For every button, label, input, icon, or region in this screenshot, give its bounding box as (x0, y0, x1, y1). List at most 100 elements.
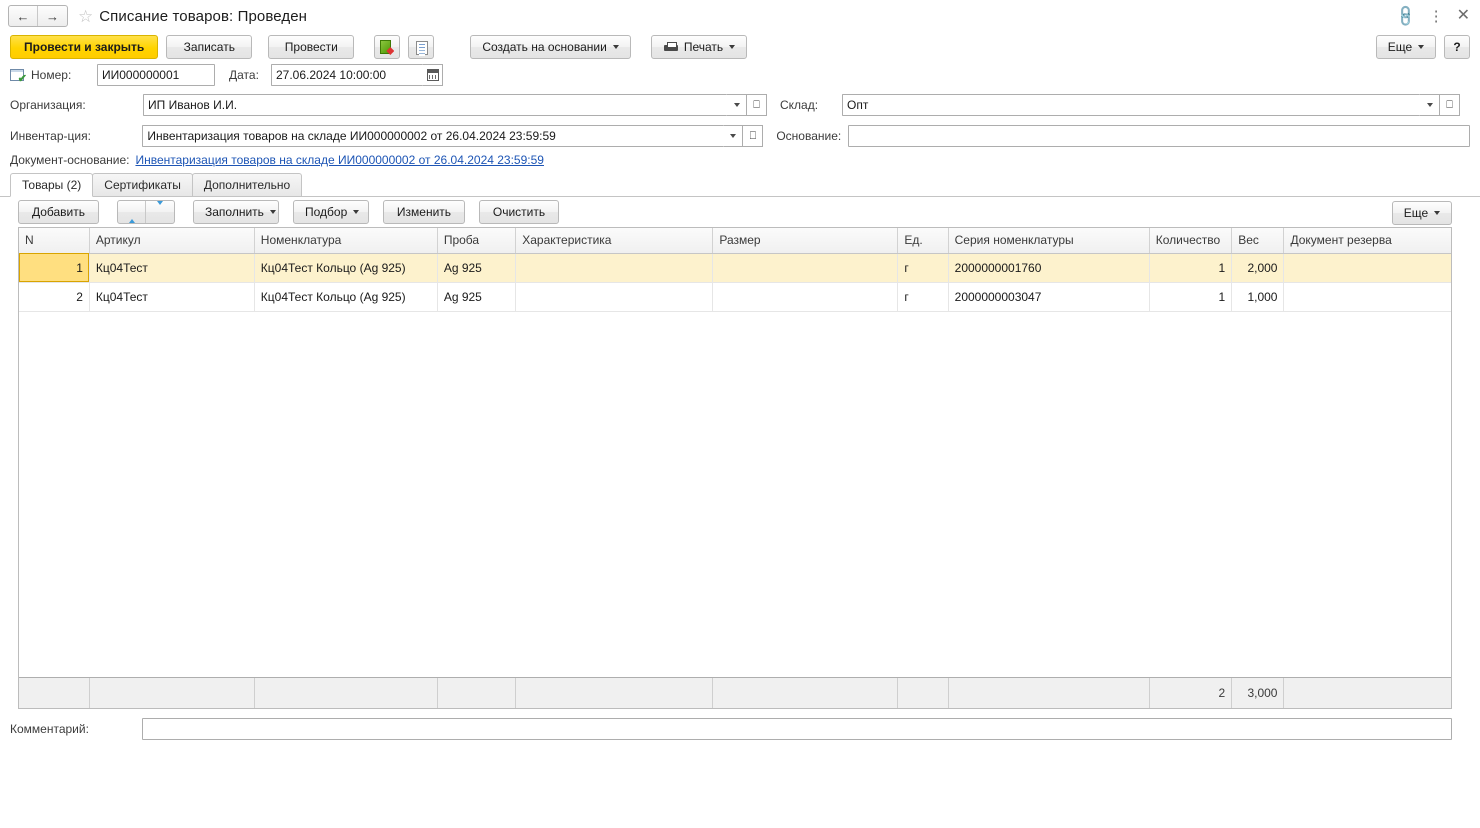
create-based-on-button[interactable]: Создать на основании (470, 35, 631, 59)
tab-additional[interactable]: Дополнительно (191, 173, 303, 196)
chevron-down-icon (729, 45, 736, 49)
back-button[interactable]: ← (9, 6, 38, 26)
cell-assay[interactable]: Ag 925 (437, 282, 517, 312)
cell-article[interactable]: Кц04Тест (89, 253, 255, 283)
column-header-weight[interactable]: Вес (1231, 228, 1285, 254)
cell-quantity[interactable]: 1 (1149, 282, 1233, 312)
inventory-open-button[interactable]: ⎕ (743, 125, 764, 147)
cell-size[interactable] (712, 253, 899, 283)
clear-button[interactable]: Очистить (479, 200, 559, 224)
inventory-dropdown-button[interactable] (723, 125, 744, 147)
cell-reserve-doc[interactable] (1283, 282, 1451, 312)
grid-empty-area[interactable] (19, 311, 1451, 677)
goods-table-header-row: N Артикул Номенклатура Проба Характерист… (19, 228, 1451, 254)
fill-button[interactable]: Заполнить (193, 200, 279, 224)
comment-row: Комментарий: (0, 709, 1480, 740)
column-header-assay[interactable]: Проба (437, 228, 517, 254)
cell-n[interactable]: 1 (19, 253, 90, 283)
print-button[interactable]: Печать (650, 35, 748, 59)
organization-dropdown-button[interactable] (727, 94, 747, 116)
inventory-input[interactable]: Инвентаризация товаров на складе ИИ00000… (142, 125, 724, 147)
column-header-size[interactable]: Размер (712, 228, 899, 254)
cell-unit[interactable]: г (897, 253, 949, 283)
column-header-n[interactable]: N (19, 228, 90, 254)
column-header-nomenclature[interactable]: Номенклатура (254, 228, 438, 254)
help-button[interactable]: ? (1444, 35, 1470, 59)
number-date-row: Номер: ИИ000000001 Дата: 27.06.2024 10:0… (10, 62, 1470, 88)
cell-weight[interactable]: 1,000 (1231, 282, 1285, 312)
move-row-down-button[interactable] (146, 201, 174, 223)
total-series (948, 678, 1150, 708)
cell-assay[interactable]: Ag 925 (437, 253, 517, 283)
cell-series[interactable]: 2000000003047 (948, 282, 1150, 312)
warehouse-input[interactable]: Опт (842, 94, 1420, 116)
column-header-series[interactable]: Серия номенклатуры (948, 228, 1150, 254)
comment-label: Комментарий: (10, 722, 89, 736)
open-link-icon: ⎕ (1446, 98, 1453, 111)
select-button[interactable]: Подбор (293, 200, 369, 224)
column-header-article[interactable]: Артикул (89, 228, 255, 254)
organization-input[interactable]: ИП Иванов И.И. (143, 94, 727, 116)
cell-quantity[interactable]: 1 (1149, 253, 1233, 283)
basis-document-link[interactable]: Инвентаризация товаров на складе ИИ00000… (135, 153, 544, 167)
table-toolbar: Добавить Заполнить Подбор Изменить Очист… (0, 197, 1480, 227)
cell-characteristic[interactable] (515, 253, 714, 283)
total-weight: 3,000 (1231, 678, 1285, 708)
warehouse-label: Склад: (780, 98, 819, 112)
date-picker-button[interactable] (423, 64, 443, 86)
cell-nomenclature[interactable]: Кц04Тест Кольцо (Ag 925) (254, 253, 438, 283)
cell-weight[interactable]: 2,000 (1231, 253, 1285, 283)
tab-goods[interactable]: Товары (2) (10, 173, 94, 197)
favorite-star-icon[interactable]: ☆ (78, 8, 93, 25)
cell-n[interactable]: 2 (19, 282, 90, 312)
column-header-characteristic[interactable]: Характеристика (515, 228, 714, 254)
column-header-unit[interactable]: Ед. (897, 228, 949, 254)
cell-article[interactable]: Кц04Тест (89, 282, 255, 312)
column-header-reserve-doc[interactable]: Документ резерва (1283, 228, 1451, 254)
report-button[interactable] (408, 35, 435, 59)
table-row[interactable]: 1 Кц04Тест Кц04Тест Кольцо (Ag 925) Ag 9… (19, 253, 1451, 283)
chevron-down-icon (612, 45, 619, 49)
column-header-quantity[interactable]: Количество (1149, 228, 1233, 254)
organization-warehouse-row: Организация: ИП Иванов И.И. ⎕ Склад: Опт… (10, 92, 1470, 118)
cell-unit[interactable]: г (897, 282, 949, 312)
link-icon[interactable]: 🔗 (1394, 3, 1419, 28)
move-row-buttons (117, 200, 175, 224)
write-button[interactable]: Записать (166, 35, 253, 59)
table-more-button[interactable]: Еще (1392, 201, 1452, 225)
close-icon[interactable]: ✕ (1457, 8, 1470, 24)
move-row-up-button[interactable] (118, 201, 146, 223)
more-menu-icon[interactable]: ⋮ (1429, 9, 1444, 24)
page-title: Списание товаров: Проведен (99, 7, 308, 25)
arrow-down-icon (154, 201, 166, 219)
command-bar-right: Еще ? (1376, 35, 1470, 59)
organization-open-button[interactable]: ⎕ (747, 94, 767, 116)
forward-button[interactable]: → (38, 6, 67, 26)
movements-button[interactable] (374, 35, 401, 59)
command-bar: Провести и закрыть Записать Провести Соз… (0, 32, 1480, 62)
more-button[interactable]: Еще (1376, 35, 1436, 59)
basis-input[interactable] (847, 125, 1470, 147)
table-row[interactable]: 2 Кц04Тест Кц04Тест Кольцо (Ag 925) Ag 9… (19, 282, 1451, 312)
warehouse-open-button[interactable]: ⎕ (1440, 94, 1460, 116)
cell-series[interactable]: 2000000001760 (948, 253, 1150, 283)
comment-input[interactable] (142, 718, 1452, 740)
create-based-on-label: Создать на основании (482, 40, 607, 54)
change-button[interactable]: Изменить (383, 200, 465, 224)
basis-label: Основание: (776, 129, 842, 143)
cell-reserve-doc[interactable] (1283, 253, 1451, 283)
open-link-icon: ⎕ (749, 129, 757, 142)
date-input[interactable]: 27.06.2024 10:00:00 (271, 64, 423, 86)
cell-characteristic[interactable] (515, 282, 714, 312)
post-and-close-button[interactable]: Провести и закрыть (10, 35, 159, 59)
post-button[interactable]: Провести (268, 35, 355, 59)
add-row-button[interactable]: Добавить (18, 200, 99, 224)
window-controls: 🔗 ⋮ ✕ (1394, 0, 1470, 32)
number-label: Номер: (31, 68, 72, 82)
cell-nomenclature[interactable]: Кц04Тест Кольцо (Ag 925) (254, 282, 438, 312)
number-input[interactable]: ИИ000000001 (97, 64, 215, 86)
tab-certificates[interactable]: Сертификаты (92, 173, 193, 196)
warehouse-dropdown-button[interactable] (1420, 94, 1440, 116)
cell-size[interactable] (712, 282, 899, 312)
total-unit (897, 678, 949, 708)
